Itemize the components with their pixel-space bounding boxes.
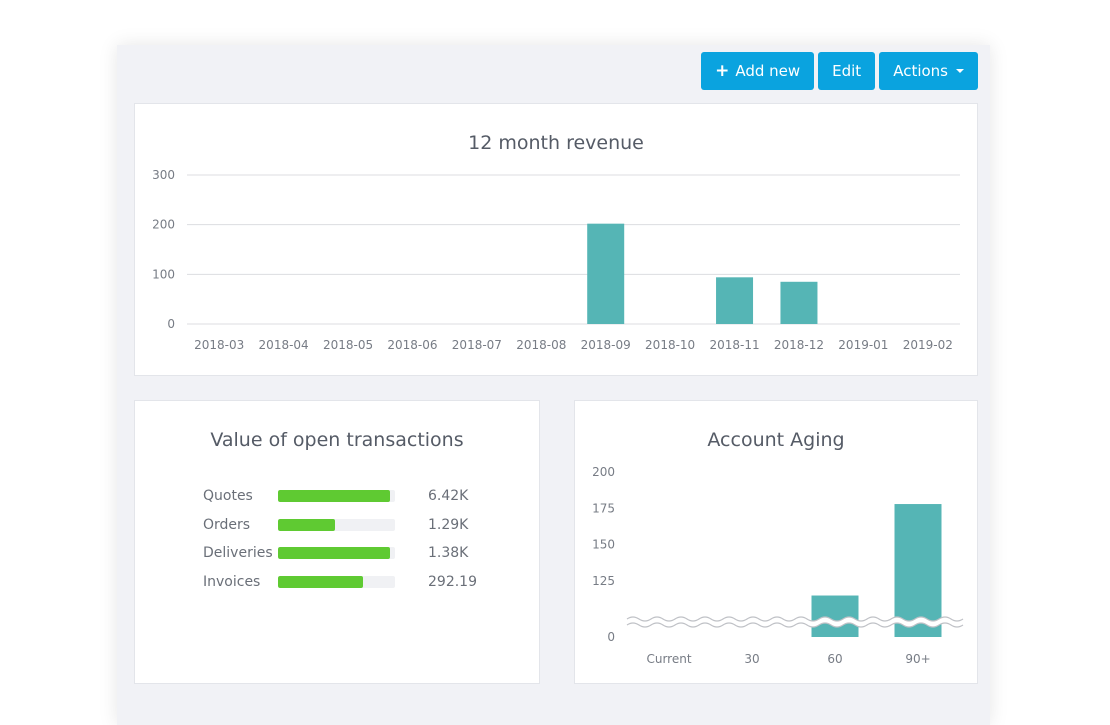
y-tick-label: 200 xyxy=(152,218,175,232)
transaction-progress-track xyxy=(278,547,395,559)
x-tick-label: Current xyxy=(646,652,691,666)
y-tick-label: 300 xyxy=(152,168,175,182)
x-tick-label: 2018-05 xyxy=(323,338,373,352)
dashboard-panel: + Add new Edit Actions 12 month revenue … xyxy=(117,45,990,725)
caret-down-icon xyxy=(956,69,964,73)
account-aging-chart: 0 125 150 175 200 Current 30 60 90+ xyxy=(592,465,964,666)
transaction-row: Orders 1.29K xyxy=(203,515,468,535)
account-aging-card: Account Aging 0 125 150 175 200 Current 30 60 90… xyxy=(574,400,978,684)
transaction-row: Quotes 6.42K xyxy=(203,486,468,506)
actions-dropdown-button[interactable]: Actions xyxy=(879,52,978,90)
transaction-value: 292.19 xyxy=(428,573,477,590)
y-tick-label: 0 xyxy=(607,630,615,644)
y-tick-label: 125 xyxy=(592,574,615,588)
transaction-progress-fill xyxy=(278,575,364,588)
open-transactions-title: Value of open transactions xyxy=(210,429,464,451)
y-tick-label: 150 xyxy=(592,538,615,552)
x-tick-label: 60 xyxy=(827,652,842,666)
x-tick-label: 90+ xyxy=(905,652,930,666)
transaction-progress-fill xyxy=(278,518,336,531)
transaction-progress-track xyxy=(278,518,395,531)
revenue-bar xyxy=(587,223,625,324)
x-tick-label: 2018-09 xyxy=(581,338,631,352)
transaction-progress-track xyxy=(278,490,395,502)
transaction-progress-fill xyxy=(278,547,391,559)
transaction-progress-fill xyxy=(278,490,391,502)
transaction-row: Deliveries 1.38K xyxy=(203,543,468,563)
actions-label: Actions xyxy=(893,62,948,80)
revenue-chart: 0 100 200 300 2018-03 2018-04 2018-05 2018-06 20… xyxy=(152,168,960,352)
transaction-label: Deliveries xyxy=(203,545,273,561)
y-tick-label: 100 xyxy=(152,267,175,281)
x-tick-label: 2018-06 xyxy=(387,338,437,352)
transaction-label: Quotes xyxy=(203,488,253,504)
aging-bar xyxy=(811,595,859,637)
x-tick-label: 30 xyxy=(744,652,759,666)
x-tick-label: 2018-04 xyxy=(259,338,309,352)
y-tick-label: 200 xyxy=(592,465,615,479)
transaction-progress-track xyxy=(278,575,395,588)
x-tick-label: 2018-10 xyxy=(645,338,695,352)
y-tick-label: 175 xyxy=(592,501,615,515)
transaction-value: 1.38K xyxy=(428,545,469,561)
revenue-bar xyxy=(716,277,754,324)
x-tick-label: 2019-01 xyxy=(838,338,888,352)
transaction-value: 1.29K xyxy=(428,516,469,533)
toolbar: + Add new Edit Actions xyxy=(701,52,978,90)
x-tick-label: 2018-08 xyxy=(516,338,566,352)
revenue-bar xyxy=(780,281,818,324)
x-tick-label: 2019-02 xyxy=(903,338,953,352)
x-tick-label: 2018-07 xyxy=(452,338,502,352)
plus-icon: + xyxy=(715,61,730,81)
transaction-row: Invoices 292.19 xyxy=(203,572,477,592)
add-new-button[interactable]: + Add new xyxy=(701,52,815,90)
y-tick-label: 0 xyxy=(167,317,175,331)
x-tick-label: 2018-03 xyxy=(194,338,244,352)
transaction-label: Orders xyxy=(203,516,251,533)
transaction-label: Invoices xyxy=(203,573,261,590)
x-tick-label: 2018-12 xyxy=(774,338,824,352)
edit-button[interactable]: Edit xyxy=(818,52,876,90)
transaction-value: 6.42K xyxy=(428,488,469,504)
open-transactions-card: Value of open transactions Quotes 6.42K Or… xyxy=(134,400,540,684)
revenue-card: 12 month revenue 0 100 200 300 2018-03 2018-0… xyxy=(134,103,978,376)
x-tick-label: 2018-11 xyxy=(709,338,759,352)
add-new-label: Add new xyxy=(735,62,801,80)
